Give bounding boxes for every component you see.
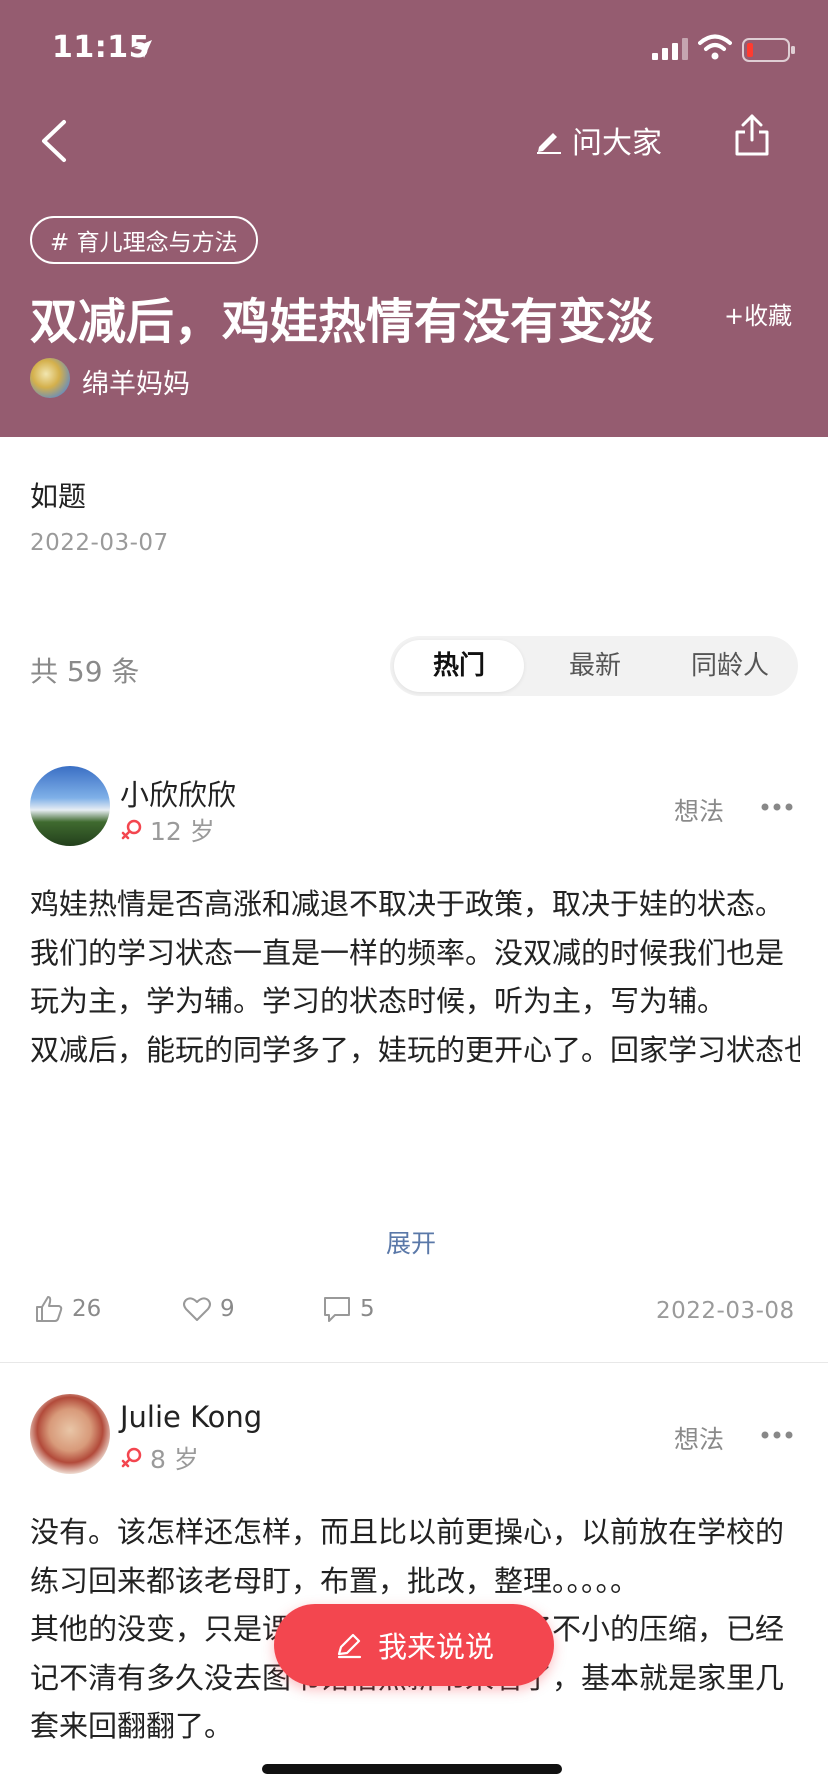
post-username[interactable]: Julie Kong [120,1400,262,1434]
like-count: 26 [72,1296,102,1322]
share-icon[interactable] [732,112,772,158]
edit-icon [337,1633,362,1659]
question-date: 2022-03-07 [30,530,169,556]
more-options-icon[interactable] [760,1430,794,1440]
child-age: 12 岁 [120,812,215,848]
topic-header: 11:15 问大家 # 育儿理念与方法 双减后，鸡娃热情有没有变淡 +收藏 绵羊… [0,0,828,437]
thumbs-up-icon [36,1296,63,1322]
post-username[interactable]: 小欣欣欣 [120,772,236,814]
write-answer-label: 我来说说 [377,1630,494,1664]
expand-link[interactable]: 展开 [386,1224,436,1260]
heart-icon [183,1297,211,1321]
heart-button[interactable]: 9 [182,1294,235,1324]
wifi-icon [698,34,732,60]
tab-hot[interactable]: 热门 [394,640,524,692]
page-title: 双减后，鸡娃热情有没有变淡 [30,294,655,350]
post-paragraph: 双减后，能玩的同学多了，娃玩的更开心了。回家学习状态也比较好，毕竟玩够了，玩开心… [30,1032,800,1067]
heart-count: 9 [220,1296,235,1322]
post-body: 鸡娃热情是否高涨和减退不取决于政策，取决于娃的状态。 我们的学习状态一直是一样的… [30,880,800,1218]
topic-tag[interactable]: # 育儿理念与方法 [30,216,258,264]
comment-icon [324,1297,350,1322]
question-body: 如题 [30,480,87,513]
divider [0,1362,828,1363]
more-options-icon[interactable] [760,802,794,812]
post-paragraph: 鸡娃热情是否高涨和减退不取决于政策，取决于娃的状态。 [30,887,785,921]
ask-everyone-button[interactable]: 问大家 [534,118,662,162]
post-date: 2022-03-08 [656,1298,795,1324]
tab-latest[interactable]: 最新 [528,636,662,696]
post-paragraph: 没有。该怎样还怎样，而且比以前更操心，以前放在学校的练习回来都该老母盯，布置，批… [30,1515,785,1598]
comment-button[interactable]: 5 [322,1294,375,1324]
location-arrow-icon [134,40,152,58]
author-name[interactable]: 绵羊妈妈 [82,362,190,401]
post-paragraph: 我们的学习状态一直是一样的频率。没双减的时候我们也是玩为主，学为辅。学习的状态时… [30,935,785,1019]
like-button[interactable]: 26 [34,1294,101,1324]
ask-everyone-label: 问大家 [572,126,662,161]
back-arrow-icon[interactable] [34,116,74,166]
child-age-label: 8 岁 [150,1445,199,1474]
post-type-tag: 想法 [674,1425,725,1454]
comment-count: 5 [360,1296,375,1322]
sort-tabs: 热门 最新 同龄人 [390,636,798,696]
female-icon [121,1447,142,1468]
status-bar: 11:15 [0,0,828,100]
author-avatar[interactable] [30,358,70,398]
child-age: 8 岁 [120,1440,199,1476]
cellular-signal-icon [652,38,688,60]
favorite-button[interactable]: +收藏 [724,296,792,331]
topic-tag-label: # 育儿理念与方法 [50,230,238,256]
answer-count: 共 59 条 [30,655,140,688]
child-age-label: 12 岁 [150,817,215,846]
avatar[interactable] [30,1394,110,1474]
home-indicator[interactable] [262,1764,562,1774]
battery-low-icon [742,38,795,62]
avatar[interactable] [30,766,110,846]
female-icon [121,819,142,840]
write-answer-button[interactable]: 我来说说 [274,1604,554,1686]
post-type-tag: 想法 [674,797,725,826]
tab-same-age[interactable]: 同龄人 [662,636,798,696]
pencil-icon [537,133,561,154]
